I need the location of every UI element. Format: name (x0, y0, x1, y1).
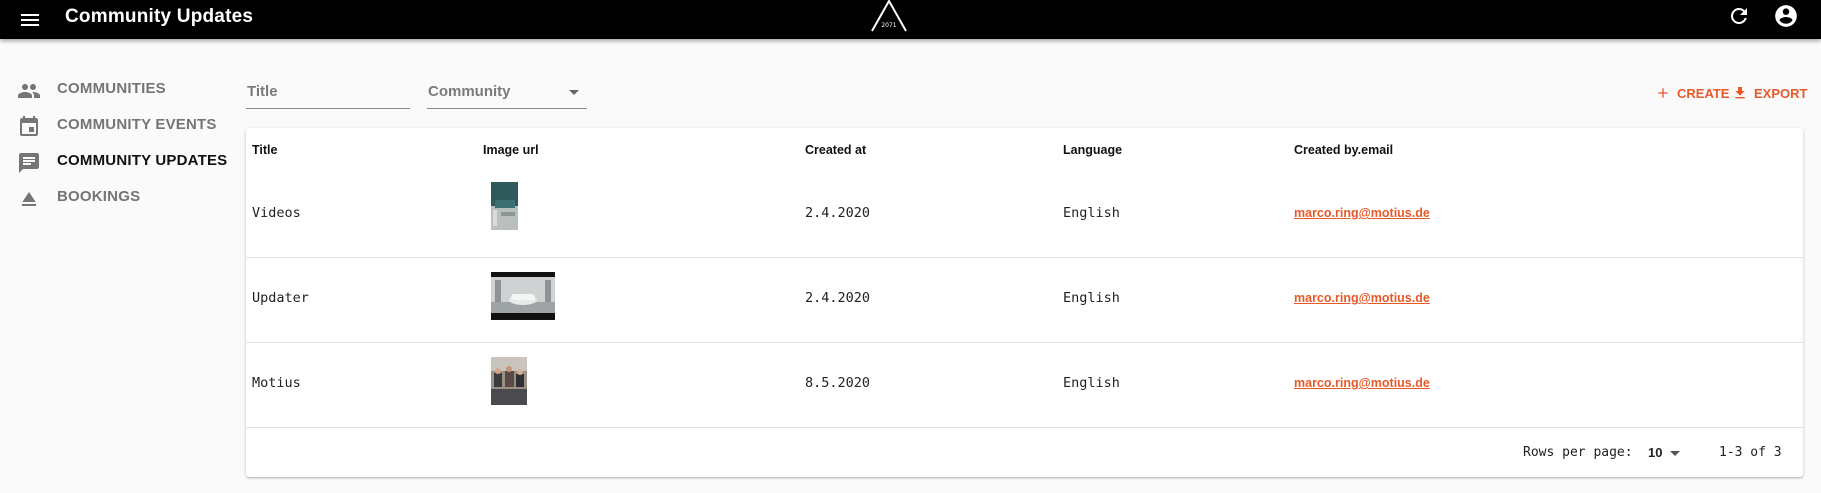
plus-icon (1658, 88, 1668, 98)
logo-text: 2071 (881, 22, 896, 29)
table-row[interactable]: Updater 2.4.2020 English marco.ring@moti… (246, 257, 1803, 343)
sidebar-item-bookings[interactable]: BOOKINGS (0, 180, 230, 216)
column-header-image-url[interactable]: Image url (483, 143, 539, 157)
row-created-at: 8.5.2020 (805, 375, 871, 391)
rows-per-page-select[interactable]: 10 (1648, 442, 1688, 464)
rows-per-page-value: 10 (1648, 445, 1663, 460)
export-button[interactable]: EXPORT (1732, 84, 1807, 104)
sidebar-item-label: COMMUNITY EVENTS (57, 116, 217, 133)
row-email-link[interactable]: marco.ring@motius.de (1294, 206, 1430, 220)
column-header-created-at[interactable]: Created at (805, 143, 866, 157)
table-row[interactable]: Videos 2.4.2020 English marco.ring@motiu… (246, 172, 1803, 258)
column-header-title[interactable]: Title (252, 143, 277, 157)
calendar-icon (17, 115, 41, 139)
sidebar-item-community-updates[interactable]: COMMUNITY UPDATES (0, 144, 230, 180)
row-title: Videos (252, 205, 301, 221)
sidebar-item-label: COMMUNITY UPDATES (57, 152, 228, 169)
download-icon (1735, 87, 1745, 99)
pagination: Rows per page: 10 1-3 of 3 (246, 428, 1803, 476)
sidebar-item-label: COMMUNITIES (57, 80, 166, 97)
row-image-thumbnail (491, 357, 527, 405)
row-title: Motius (252, 375, 301, 391)
row-image-thumbnail (491, 272, 555, 320)
account-circle-icon[interactable] (1773, 3, 1799, 29)
pagination-range: 1-3 of 3 (1719, 445, 1782, 460)
column-header-created-by-email[interactable]: Created by.email (1294, 143, 1393, 157)
title-filter-placeholder: Title (247, 83, 278, 100)
column-header-language[interactable]: Language (1063, 143, 1122, 157)
row-language: English (1063, 290, 1120, 306)
rows-per-page-label: Rows per page: (1523, 445, 1633, 460)
create-button[interactable]: CREATE (1655, 84, 1729, 104)
sidebar-item-communities[interactable]: COMMUNITIES (0, 72, 230, 108)
row-email-link[interactable]: marco.ring@motius.de (1294, 376, 1430, 390)
title-filter-input[interactable]: Title (246, 80, 410, 109)
row-language: English (1063, 205, 1120, 221)
chevron-down-icon (569, 90, 579, 95)
eject-icon (17, 187, 41, 211)
row-email-link[interactable]: marco.ring@motius.de (1294, 291, 1430, 305)
create-label: CREATE (1677, 86, 1730, 101)
row-title: Updater (252, 290, 309, 306)
community-filter-select[interactable]: Community (427, 80, 587, 109)
people-icon (17, 79, 41, 103)
chat-icon (17, 151, 41, 175)
menu-icon[interactable] (18, 8, 42, 32)
export-label: EXPORT (1754, 86, 1808, 101)
logo: 2071 (869, 0, 909, 33)
row-created-at: 2.4.2020 (805, 290, 871, 306)
sidebar-item-community-events[interactable]: COMMUNITY EVENTS (0, 108, 230, 144)
chevron-down-icon (1670, 451, 1680, 456)
row-language: English (1063, 375, 1120, 391)
row-image-thumbnail (491, 182, 518, 230)
updates-table: Title Image url Created at Language Crea… (246, 128, 1803, 477)
page-title: Community Updates (65, 6, 254, 27)
row-created-at: 2.4.2020 (805, 205, 871, 221)
sidebar-item-label: BOOKINGS (57, 188, 141, 205)
community-filter-placeholder: Community (428, 83, 511, 100)
table-row[interactable]: Motius 8.5.2020 English marco.ring@motiu… (246, 342, 1803, 428)
refresh-icon[interactable] (1727, 4, 1751, 28)
app-bar: Community Updates 2071 (0, 0, 1821, 39)
